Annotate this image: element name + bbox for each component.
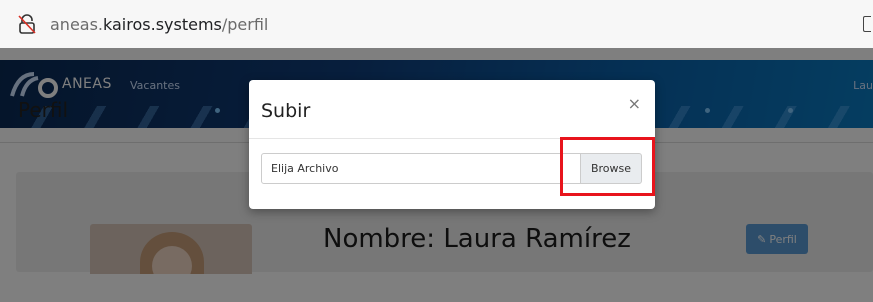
url-box[interactable]: aneas.kairos.systems/perfil [18,10,868,38]
url-host: kairos.systems [103,14,222,34]
file-input[interactable]: Elija Archivo [261,153,581,184]
url-prefix: aneas. [50,14,104,34]
lock-broken-icon[interactable] [18,14,36,34]
window-edge-icon[interactable] [863,16,871,32]
close-icon[interactable]: × [628,94,641,113]
url-text[interactable]: aneas.kairos.systems/perfil [50,15,268,34]
url-path: /perfil [221,14,269,34]
browser-address-bar: aneas.kairos.systems/perfil [0,0,873,48]
modal-title: Subir [261,100,311,122]
highlight-annotation [560,137,655,196]
